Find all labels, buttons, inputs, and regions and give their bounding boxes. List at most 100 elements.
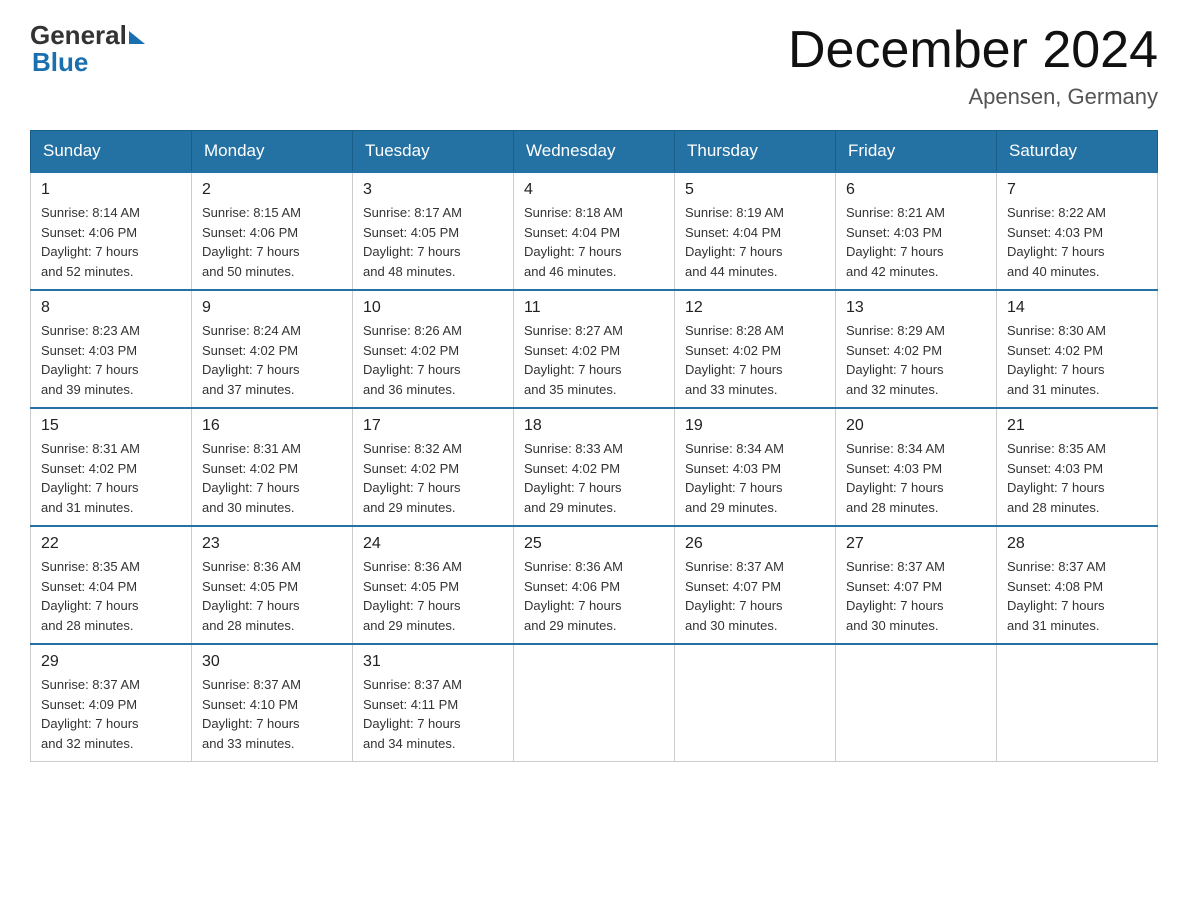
calendar-cell: 18 Sunrise: 8:33 AM Sunset: 4:02 PM Dayl… bbox=[514, 408, 675, 526]
calendar-cell: 27 Sunrise: 8:37 AM Sunset: 4:07 PM Dayl… bbox=[836, 526, 997, 644]
calendar-cell: 4 Sunrise: 8:18 AM Sunset: 4:04 PM Dayli… bbox=[514, 172, 675, 290]
day-number: 25 bbox=[524, 535, 664, 553]
day-info: Sunrise: 8:37 AM Sunset: 4:09 PM Dayligh… bbox=[41, 675, 181, 753]
calendar-cell: 16 Sunrise: 8:31 AM Sunset: 4:02 PM Dayl… bbox=[192, 408, 353, 526]
calendar-cell: 25 Sunrise: 8:36 AM Sunset: 4:06 PM Dayl… bbox=[514, 526, 675, 644]
day-info: Sunrise: 8:30 AM Sunset: 4:02 PM Dayligh… bbox=[1007, 321, 1147, 399]
week-row-4: 22 Sunrise: 8:35 AM Sunset: 4:04 PM Dayl… bbox=[31, 526, 1158, 644]
calendar-cell: 8 Sunrise: 8:23 AM Sunset: 4:03 PM Dayli… bbox=[31, 290, 192, 408]
calendar-cell: 28 Sunrise: 8:37 AM Sunset: 4:08 PM Dayl… bbox=[997, 526, 1158, 644]
title-section: December 2024 Apensen, Germany bbox=[788, 20, 1158, 110]
day-info: Sunrise: 8:31 AM Sunset: 4:02 PM Dayligh… bbox=[202, 439, 342, 517]
col-monday: Monday bbox=[192, 131, 353, 173]
day-number: 19 bbox=[685, 417, 825, 435]
calendar-cell: 3 Sunrise: 8:17 AM Sunset: 4:05 PM Dayli… bbox=[353, 172, 514, 290]
calendar-cell: 19 Sunrise: 8:34 AM Sunset: 4:03 PM Dayl… bbox=[675, 408, 836, 526]
day-number: 9 bbox=[202, 299, 342, 317]
calendar-cell: 15 Sunrise: 8:31 AM Sunset: 4:02 PM Dayl… bbox=[31, 408, 192, 526]
day-number: 7 bbox=[1007, 181, 1147, 199]
day-number: 8 bbox=[41, 299, 181, 317]
day-number: 6 bbox=[846, 181, 986, 199]
day-number: 21 bbox=[1007, 417, 1147, 435]
day-number: 30 bbox=[202, 653, 342, 671]
calendar-cell: 29 Sunrise: 8:37 AM Sunset: 4:09 PM Dayl… bbox=[31, 644, 192, 762]
col-wednesday: Wednesday bbox=[514, 131, 675, 173]
week-row-5: 29 Sunrise: 8:37 AM Sunset: 4:09 PM Dayl… bbox=[31, 644, 1158, 762]
day-info: Sunrise: 8:19 AM Sunset: 4:04 PM Dayligh… bbox=[685, 203, 825, 281]
day-info: Sunrise: 8:26 AM Sunset: 4:02 PM Dayligh… bbox=[363, 321, 503, 399]
day-info: Sunrise: 8:34 AM Sunset: 4:03 PM Dayligh… bbox=[846, 439, 986, 517]
calendar-cell: 21 Sunrise: 8:35 AM Sunset: 4:03 PM Dayl… bbox=[997, 408, 1158, 526]
calendar-header-row: Sunday Monday Tuesday Wednesday Thursday… bbox=[31, 131, 1158, 173]
day-info: Sunrise: 8:15 AM Sunset: 4:06 PM Dayligh… bbox=[202, 203, 342, 281]
day-info: Sunrise: 8:37 AM Sunset: 4:10 PM Dayligh… bbox=[202, 675, 342, 753]
day-number: 3 bbox=[363, 181, 503, 199]
day-number: 12 bbox=[685, 299, 825, 317]
calendar-cell: 5 Sunrise: 8:19 AM Sunset: 4:04 PM Dayli… bbox=[675, 172, 836, 290]
day-number: 28 bbox=[1007, 535, 1147, 553]
day-info: Sunrise: 8:27 AM Sunset: 4:02 PM Dayligh… bbox=[524, 321, 664, 399]
day-number: 22 bbox=[41, 535, 181, 553]
calendar-cell: 31 Sunrise: 8:37 AM Sunset: 4:11 PM Dayl… bbox=[353, 644, 514, 762]
day-info: Sunrise: 8:35 AM Sunset: 4:03 PM Dayligh… bbox=[1007, 439, 1147, 517]
calendar-cell: 11 Sunrise: 8:27 AM Sunset: 4:02 PM Dayl… bbox=[514, 290, 675, 408]
day-number: 11 bbox=[524, 299, 664, 317]
day-info: Sunrise: 8:21 AM Sunset: 4:03 PM Dayligh… bbox=[846, 203, 986, 281]
day-number: 23 bbox=[202, 535, 342, 553]
week-row-1: 1 Sunrise: 8:14 AM Sunset: 4:06 PM Dayli… bbox=[31, 172, 1158, 290]
calendar-cell: 24 Sunrise: 8:36 AM Sunset: 4:05 PM Dayl… bbox=[353, 526, 514, 644]
day-number: 20 bbox=[846, 417, 986, 435]
day-info: Sunrise: 8:34 AM Sunset: 4:03 PM Dayligh… bbox=[685, 439, 825, 517]
day-info: Sunrise: 8:24 AM Sunset: 4:02 PM Dayligh… bbox=[202, 321, 342, 399]
day-info: Sunrise: 8:31 AM Sunset: 4:02 PM Dayligh… bbox=[41, 439, 181, 517]
calendar-cell: 30 Sunrise: 8:37 AM Sunset: 4:10 PM Dayl… bbox=[192, 644, 353, 762]
day-info: Sunrise: 8:28 AM Sunset: 4:02 PM Dayligh… bbox=[685, 321, 825, 399]
day-info: Sunrise: 8:29 AM Sunset: 4:02 PM Dayligh… bbox=[846, 321, 986, 399]
calendar-cell: 20 Sunrise: 8:34 AM Sunset: 4:03 PM Dayl… bbox=[836, 408, 997, 526]
col-sunday: Sunday bbox=[31, 131, 192, 173]
day-number: 24 bbox=[363, 535, 503, 553]
day-number: 2 bbox=[202, 181, 342, 199]
calendar-cell: 6 Sunrise: 8:21 AM Sunset: 4:03 PM Dayli… bbox=[836, 172, 997, 290]
calendar-cell: 26 Sunrise: 8:37 AM Sunset: 4:07 PM Dayl… bbox=[675, 526, 836, 644]
calendar-cell: 22 Sunrise: 8:35 AM Sunset: 4:04 PM Dayl… bbox=[31, 526, 192, 644]
day-info: Sunrise: 8:37 AM Sunset: 4:08 PM Dayligh… bbox=[1007, 557, 1147, 635]
calendar-cell: 13 Sunrise: 8:29 AM Sunset: 4:02 PM Dayl… bbox=[836, 290, 997, 408]
day-info: Sunrise: 8:36 AM Sunset: 4:05 PM Dayligh… bbox=[202, 557, 342, 635]
day-info: Sunrise: 8:37 AM Sunset: 4:07 PM Dayligh… bbox=[846, 557, 986, 635]
day-number: 5 bbox=[685, 181, 825, 199]
calendar-cell: 10 Sunrise: 8:26 AM Sunset: 4:02 PM Dayl… bbox=[353, 290, 514, 408]
page-subtitle: Apensen, Germany bbox=[788, 84, 1158, 110]
day-number: 10 bbox=[363, 299, 503, 317]
day-number: 1 bbox=[41, 181, 181, 199]
calendar-cell: 23 Sunrise: 8:36 AM Sunset: 4:05 PM Dayl… bbox=[192, 526, 353, 644]
day-info: Sunrise: 8:18 AM Sunset: 4:04 PM Dayligh… bbox=[524, 203, 664, 281]
calendar-cell: 1 Sunrise: 8:14 AM Sunset: 4:06 PM Dayli… bbox=[31, 172, 192, 290]
day-number: 26 bbox=[685, 535, 825, 553]
week-row-3: 15 Sunrise: 8:31 AM Sunset: 4:02 PM Dayl… bbox=[31, 408, 1158, 526]
day-info: Sunrise: 8:35 AM Sunset: 4:04 PM Dayligh… bbox=[41, 557, 181, 635]
calendar-cell: 14 Sunrise: 8:30 AM Sunset: 4:02 PM Dayl… bbox=[997, 290, 1158, 408]
day-number: 18 bbox=[524, 417, 664, 435]
day-number: 27 bbox=[846, 535, 986, 553]
day-number: 29 bbox=[41, 653, 181, 671]
day-info: Sunrise: 8:17 AM Sunset: 4:05 PM Dayligh… bbox=[363, 203, 503, 281]
day-info: Sunrise: 8:33 AM Sunset: 4:02 PM Dayligh… bbox=[524, 439, 664, 517]
day-info: Sunrise: 8:36 AM Sunset: 4:05 PM Dayligh… bbox=[363, 557, 503, 635]
day-info: Sunrise: 8:37 AM Sunset: 4:07 PM Dayligh… bbox=[685, 557, 825, 635]
calendar-cell: 9 Sunrise: 8:24 AM Sunset: 4:02 PM Dayli… bbox=[192, 290, 353, 408]
calendar-cell bbox=[514, 644, 675, 762]
calendar-cell bbox=[836, 644, 997, 762]
col-friday: Friday bbox=[836, 131, 997, 173]
logo-blue-text: Blue bbox=[32, 47, 145, 78]
col-tuesday: Tuesday bbox=[353, 131, 514, 173]
day-number: 13 bbox=[846, 299, 986, 317]
day-info: Sunrise: 8:37 AM Sunset: 4:11 PM Dayligh… bbox=[363, 675, 503, 753]
calendar-cell bbox=[997, 644, 1158, 762]
day-info: Sunrise: 8:14 AM Sunset: 4:06 PM Dayligh… bbox=[41, 203, 181, 281]
day-number: 17 bbox=[363, 417, 503, 435]
day-info: Sunrise: 8:32 AM Sunset: 4:02 PM Dayligh… bbox=[363, 439, 503, 517]
calendar-cell: 2 Sunrise: 8:15 AM Sunset: 4:06 PM Dayli… bbox=[192, 172, 353, 290]
week-row-2: 8 Sunrise: 8:23 AM Sunset: 4:03 PM Dayli… bbox=[31, 290, 1158, 408]
day-number: 31 bbox=[363, 653, 503, 671]
